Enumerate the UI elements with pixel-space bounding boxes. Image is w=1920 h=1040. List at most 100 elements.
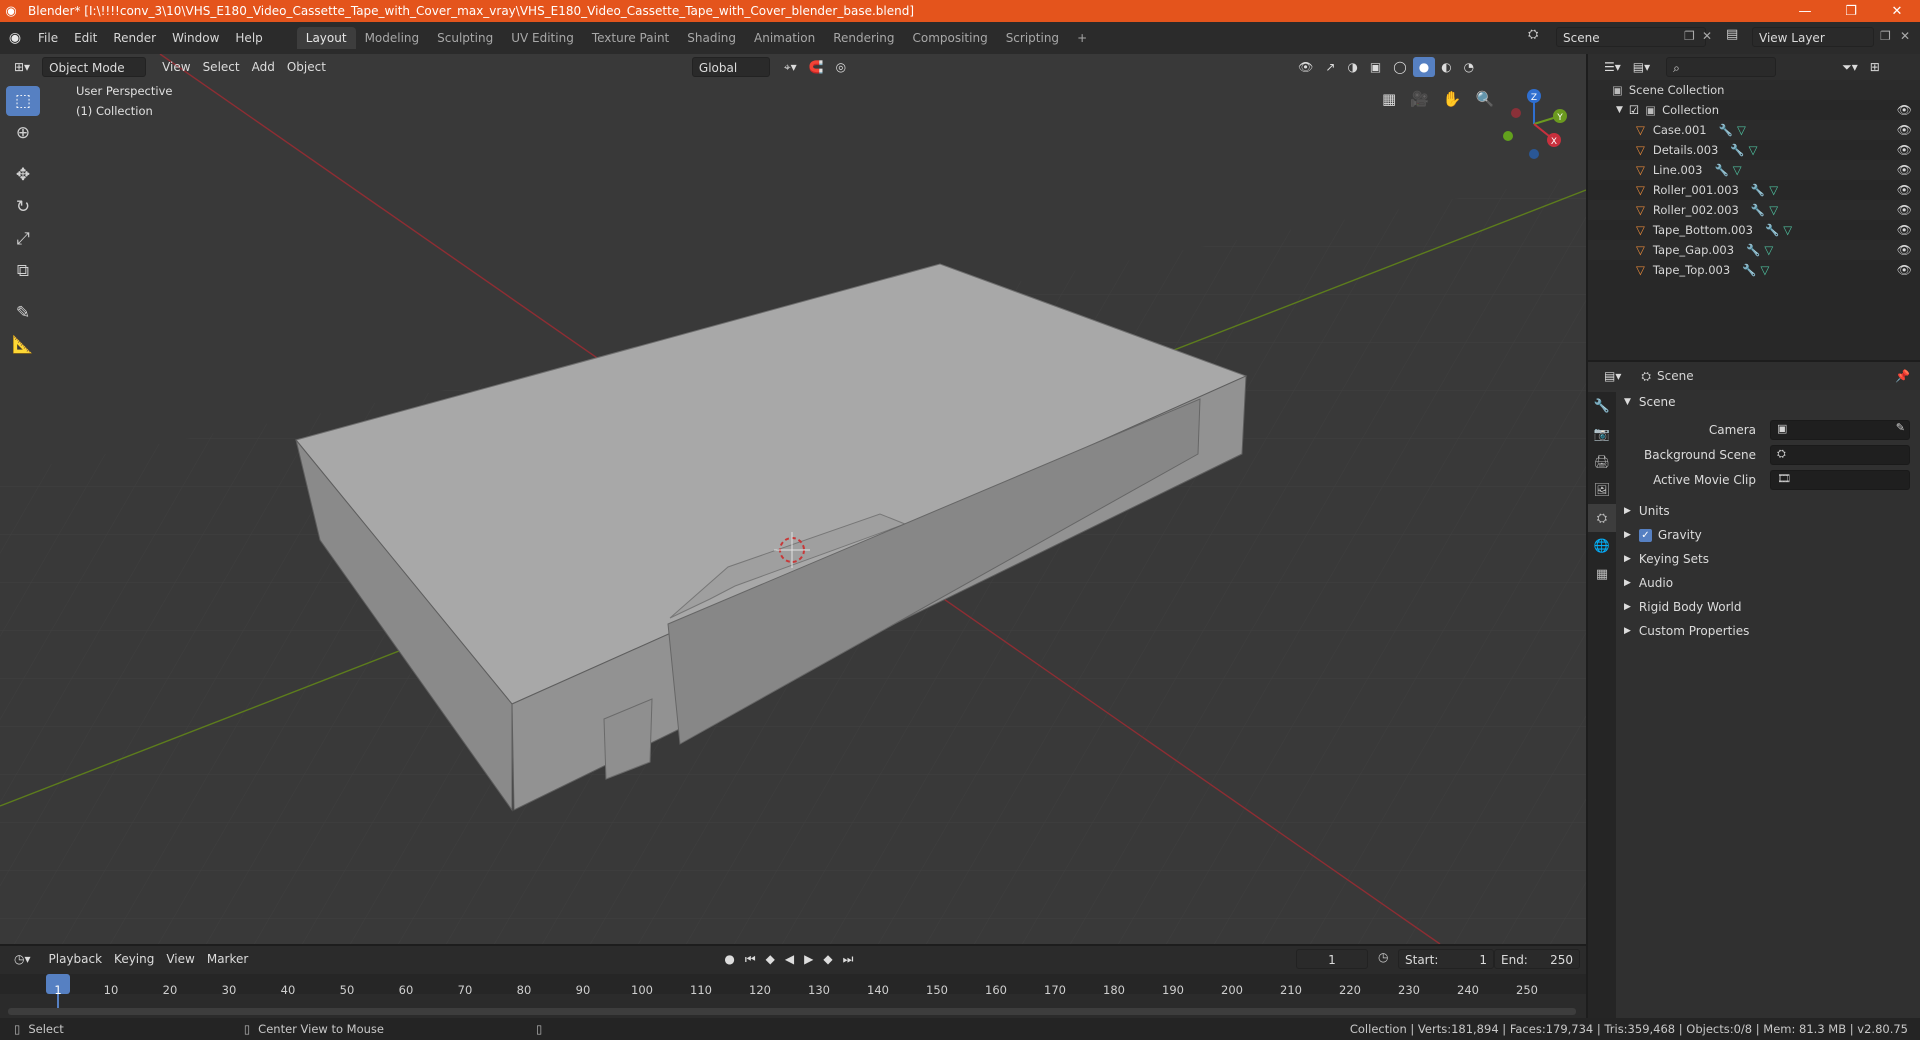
remove-view-layer-icon[interactable]: ✕: [1900, 29, 1910, 43]
visibility-eye-icon[interactable]: 👁: [1897, 103, 1912, 117]
transform-orientation-dropdown[interactable]: Global: [691, 57, 770, 77]
outliner-row-object[interactable]: ▽ Roller_002.003 🔧 ▽ 👁: [1588, 200, 1920, 220]
menu-window[interactable]: Window: [164, 27, 227, 49]
menu-edit[interactable]: Edit: [66, 27, 105, 49]
timeline-editor-type-icon[interactable]: ◷▾: [8, 949, 37, 969]
units-panel-header[interactable]: ▶ Units: [1618, 499, 1918, 523]
current-frame-field[interactable]: 1: [1296, 949, 1368, 969]
tab-compositing[interactable]: Compositing: [903, 27, 996, 49]
modifier-icon[interactable]: 🔧: [1730, 143, 1744, 157]
visibility-eye-icon[interactable]: 👁: [1897, 183, 1912, 197]
visibility-eye-icon[interactable]: 👁: [1897, 163, 1912, 177]
scene-props-tab-icon[interactable]: ⛭: [1588, 504, 1616, 532]
pivot-icon[interactable]: ⌖▾: [778, 57, 803, 77]
mesh-data-icon[interactable]: ▽: [1761, 263, 1770, 277]
jump-start-icon[interactable]: ⏮: [745, 952, 756, 967]
new-collection-icon[interactable]: ⊞: [1864, 57, 1886, 77]
cursor-tool-icon[interactable]: ⊕: [6, 118, 40, 148]
maximize-button[interactable]: ❐: [1828, 0, 1874, 22]
outliner-row-scene-collection[interactable]: ▣ Scene Collection: [1588, 80, 1920, 100]
3d-viewport[interactable]: [0, 54, 1586, 944]
texture-props-tab-icon[interactable]: ▦: [1588, 560, 1616, 588]
editor-type-icon[interactable]: ⊞▾: [8, 57, 36, 77]
tab-modeling[interactable]: Modeling: [356, 27, 429, 49]
mesh-data-icon[interactable]: ▽: [1764, 243, 1773, 257]
solid-shading-icon[interactable]: ●: [1412, 57, 1436, 77]
object-mode-dropdown[interactable]: Object Mode: [42, 57, 147, 77]
outliner-search-input[interactable]: ⌕: [1666, 57, 1777, 77]
outliner-row-collection[interactable]: ▼ ☑ ▣ Collection 👁: [1588, 100, 1920, 120]
outliner-row-object[interactable]: ▽ Case.001 🔧 ▽ 👁: [1588, 120, 1920, 140]
mesh-data-icon[interactable]: ▽: [1749, 143, 1758, 157]
modifier-icon[interactable]: 🔧: [1719, 123, 1733, 137]
mesh-data-icon[interactable]: ▽: [1737, 123, 1746, 137]
proportional-edit-icon[interactable]: ◎: [830, 57, 852, 77]
snap-icon[interactable]: 🧲: [803, 57, 830, 77]
end-frame-field[interactable]: End: 250: [1494, 949, 1580, 969]
audio-panel-header[interactable]: ▶ Audio: [1618, 571, 1918, 595]
xray-icon[interactable]: ▣: [1364, 57, 1387, 77]
annotate-tool-icon[interactable]: ✎: [6, 298, 40, 328]
visibility-icon[interactable]: 👁: [1292, 57, 1319, 77]
minimize-button[interactable]: —: [1782, 0, 1828, 22]
outliner-row-object[interactable]: ▽ Tape_Gap.003 🔧 ▽ 👁: [1588, 240, 1920, 260]
play-reverse-icon[interactable]: ◀: [785, 952, 794, 967]
properties-editor-type-icon[interactable]: ▤▾: [1598, 366, 1627, 386]
background-scene-field[interactable]: ⛭: [1770, 445, 1910, 465]
tab-uv-editing[interactable]: UV Editing: [502, 27, 583, 49]
play-icon[interactable]: ▶: [804, 952, 813, 967]
mesh-data-icon[interactable]: ▽: [1783, 223, 1792, 237]
blender-menu-icon[interactable]: ◉: [0, 30, 30, 46]
tab-scripting[interactable]: Scripting: [997, 27, 1068, 49]
visibility-eye-icon[interactable]: 👁: [1897, 223, 1912, 237]
scene-section-header[interactable]: ▼ Scene: [1618, 390, 1918, 414]
tab-sculpting[interactable]: Sculpting: [428, 27, 502, 49]
view-layer-props-tab-icon[interactable]: 🖼: [1588, 476, 1616, 504]
menu-marker[interactable]: Marker: [201, 949, 254, 969]
scale-tool-icon[interactable]: ⤢: [6, 224, 40, 254]
display-mode-icon[interactable]: ▤▾: [1627, 57, 1656, 77]
visibility-eye-icon[interactable]: 👁: [1897, 243, 1912, 257]
timeline-scrollbar[interactable]: [8, 1008, 1576, 1015]
filter-icon[interactable]: ⏷▾: [1836, 57, 1864, 77]
visibility-eye-icon[interactable]: 👁: [1897, 263, 1912, 277]
tab-texture-paint[interactable]: Texture Paint: [583, 27, 678, 49]
visibility-eye-icon[interactable]: 👁: [1897, 203, 1912, 217]
start-frame-field[interactable]: Start: 1: [1398, 949, 1494, 969]
menu-render[interactable]: Render: [105, 27, 164, 49]
visibility-eye-icon[interactable]: 👁: [1897, 143, 1912, 157]
remove-scene-icon[interactable]: ✕: [1702, 29, 1712, 43]
pan-hand-icon[interactable]: ✋: [1443, 90, 1462, 108]
outliner-row-object[interactable]: ▽ Details.003 🔧 ▽ 👁: [1588, 140, 1920, 160]
menu-file[interactable]: File: [30, 27, 66, 49]
camera-view-icon[interactable]: 🎥: [1410, 90, 1429, 108]
gravity-panel-header[interactable]: ▶ ✓ Gravity: [1618, 523, 1918, 547]
navigation-gizmo[interactable]: Z Y X: [1494, 84, 1574, 164]
mesh-data-icon[interactable]: ▽: [1769, 203, 1778, 217]
modifier-icon[interactable]: 🔧: [1751, 183, 1765, 197]
camera-field[interactable]: ▣ ✎: [1770, 420, 1910, 440]
tab-layout[interactable]: Layout: [296, 27, 356, 49]
menu-playback[interactable]: Playback: [43, 949, 109, 969]
jump-keyframe-back-icon[interactable]: ◆: [766, 952, 775, 967]
render-props-tab-icon[interactable]: 📷: [1588, 420, 1616, 448]
tab-shading[interactable]: Shading: [678, 27, 745, 49]
add-workspace-button[interactable]: +: [1068, 27, 1096, 49]
menu-select[interactable]: Select: [197, 57, 246, 77]
outliner-row-object[interactable]: ▽ Roller_001.003 🔧 ▽ 👁: [1588, 180, 1920, 200]
outliner-row-object[interactable]: ▽ Tape_Top.003 🔧 ▽ 👁: [1588, 260, 1920, 280]
modifier-icon[interactable]: 🔧: [1751, 203, 1765, 217]
tab-rendering[interactable]: Rendering: [824, 27, 903, 49]
world-props-tab-icon[interactable]: 🌐: [1588, 532, 1616, 560]
outliner-editor-type-icon[interactable]: ☰▾: [1598, 57, 1627, 77]
measure-tool-icon[interactable]: 📐: [6, 330, 40, 360]
move-tool-icon[interactable]: ✥: [6, 160, 40, 190]
copy-scene-icon[interactable]: ❐: [1684, 29, 1695, 43]
zoom-icon[interactable]: 🔍: [1476, 90, 1495, 108]
eyedropper-icon[interactable]: ✎: [1896, 421, 1905, 434]
visibility-eye-icon[interactable]: 👁: [1897, 123, 1912, 137]
menu-timeline-view[interactable]: View: [160, 949, 200, 969]
menu-help[interactable]: Help: [227, 27, 270, 49]
modifier-icon[interactable]: 🔧: [1742, 263, 1756, 277]
rotate-tool-icon[interactable]: ↻: [6, 192, 40, 222]
